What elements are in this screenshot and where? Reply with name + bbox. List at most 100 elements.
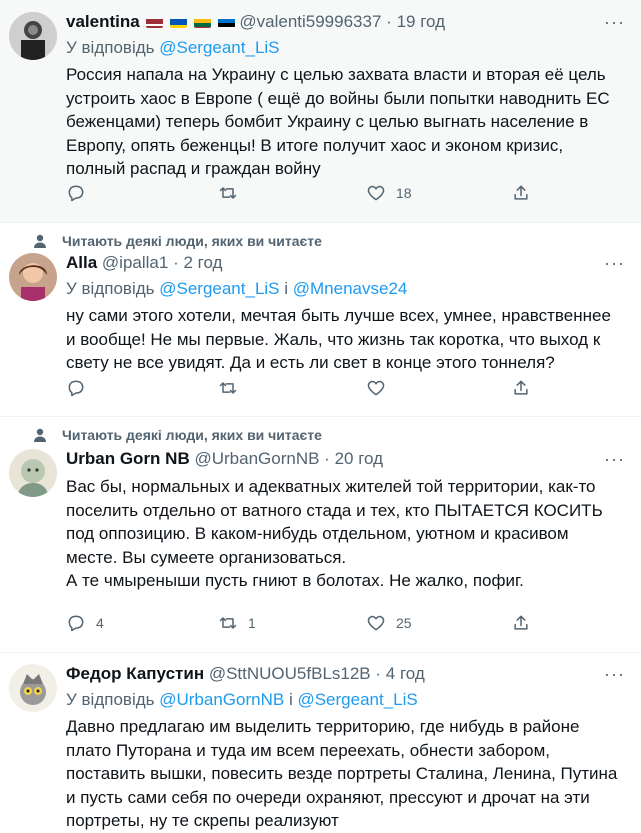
text-line: месте. Вы сумеете организоваться. xyxy=(66,547,347,567)
like-button[interactable] xyxy=(366,378,396,398)
social-context-text: Читають деякі люди, яких ви читаєте xyxy=(62,427,322,443)
display-name[interactable]: valentina xyxy=(66,12,140,31)
reply-join: і xyxy=(284,279,289,298)
text-line: поселить отдельно от ватного стада и тех… xyxy=(66,500,603,520)
lithuania-flag-icon xyxy=(193,16,211,28)
social-context: Читають деякі люди, яких ви читаєте xyxy=(32,233,322,249)
tweet[interactable]: valentina @valenti59996337 · 19 год ··· … xyxy=(0,0,641,223)
share-icon xyxy=(514,380,528,395)
display-name[interactable]: Alla xyxy=(66,253,97,272)
mention-link[interactable]: @Sergeant_LiS xyxy=(159,279,279,298)
separator-dot: · xyxy=(324,449,330,468)
more-icon[interactable]: ··· xyxy=(604,449,625,470)
reply-button[interactable] xyxy=(66,183,96,203)
text-line: и вообще! Не мы первые. Жаль, что жизнь … xyxy=(66,329,601,349)
retweet-icon xyxy=(219,187,237,199)
more-icon[interactable]: ··· xyxy=(604,664,625,685)
text-line: плато Путорана и туда им всем переехать,… xyxy=(66,740,550,760)
text-line: под оппозицию. В каком-нибудь отдельном,… xyxy=(66,524,569,543)
tweet-text: Давно предлагаю им выделить территорию, … xyxy=(66,715,623,833)
heart-icon xyxy=(367,615,385,631)
avatar[interactable] xyxy=(9,664,57,712)
display-name[interactable]: Федор Капустин xyxy=(66,664,204,683)
heart-icon xyxy=(367,380,385,396)
mention-link[interactable]: @Mnenavse24 xyxy=(293,279,408,298)
tweet-header: Alla @ipalla1 · 2 год xyxy=(66,253,631,273)
text-line: ну сами этого хотели, мечтая быть лучше … xyxy=(66,306,611,325)
reply-icon xyxy=(68,380,84,397)
person-icon xyxy=(34,234,46,248)
like-button[interactable]: 25 xyxy=(366,613,412,633)
reply-icon xyxy=(68,185,84,202)
user-handle[interactable]: @SttNUOU5fBLs12B xyxy=(209,664,371,683)
separator-dot: · xyxy=(386,12,392,31)
tweet-timestamp[interactable]: 19 год xyxy=(397,12,445,31)
share-button[interactable] xyxy=(511,613,531,633)
tweet-timestamp[interactable]: 2 год xyxy=(183,253,222,272)
avatar[interactable] xyxy=(9,449,57,497)
share-button[interactable] xyxy=(511,183,531,203)
retweet-icon xyxy=(219,382,237,394)
text-line: свету не все увидят. Да и есть ли свет в… xyxy=(66,353,555,372)
estonia-flag-icon xyxy=(217,16,235,28)
tweet-text: Вас бы, нормальных и адекватных жителей … xyxy=(66,475,623,593)
reply-prefix: У відповідь xyxy=(66,38,155,57)
reply-button[interactable] xyxy=(66,378,96,398)
separator-dot: · xyxy=(375,664,382,683)
like-count: 25 xyxy=(396,615,412,631)
mention-link[interactable]: @UrbanGornNB xyxy=(159,690,284,709)
tweet-header: Федор Капустин @SttNUOU5fBLs12B · 4 год xyxy=(66,664,631,684)
tweet[interactable]: Читають деякі люди, яких ви читаєте Alla… xyxy=(0,223,641,417)
retweet-count: 1 xyxy=(248,615,256,631)
more-icon[interactable]: ··· xyxy=(604,12,625,33)
latvia-flag-icon xyxy=(146,16,164,28)
reply-button[interactable]: 4 xyxy=(66,613,104,633)
retweet-button[interactable] xyxy=(218,183,248,203)
reply-count: 4 xyxy=(96,615,104,631)
user-handle[interactable]: @UrbanGornNB xyxy=(194,449,319,468)
reply-context: У відповідь @UrbanGornNB і @Sergeant_LiS xyxy=(66,690,418,710)
retweet-icon xyxy=(219,617,237,629)
like-button[interactable]: 18 xyxy=(366,183,412,203)
text-line: поставить вышки, повесить везде портреты… xyxy=(66,764,618,783)
social-context: Читають деякі люди, яких ви читаєте xyxy=(32,427,322,443)
text-line: Давно предлагаю им выделить территорию, … xyxy=(66,717,580,736)
avatar[interactable] xyxy=(9,12,57,60)
reply-join: і xyxy=(288,690,293,709)
user-handle[interactable]: @valenti59996337 xyxy=(239,12,381,31)
tweet[interactable]: Читають деякі люди, яких ви читаєте Urba… xyxy=(0,417,641,653)
more-icon[interactable]: ··· xyxy=(604,253,625,274)
share-button[interactable] xyxy=(511,378,531,398)
tweet-timestamp[interactable]: 20 год xyxy=(335,449,383,468)
tweet-text: ну сами этого хотели, мечтая быть лучше … xyxy=(66,304,623,375)
retweet-button[interactable] xyxy=(218,378,248,398)
user-handle[interactable]: @ipalla1 xyxy=(102,253,168,272)
tweet-actions: 4 1 25 xyxy=(66,613,621,637)
text-line: А те чмыреныши пусть гниют в болотах. Не… xyxy=(66,571,524,590)
heart-icon xyxy=(367,185,385,201)
separator-dot: · xyxy=(173,253,179,272)
text-line: полный распад и граждан войну xyxy=(66,159,321,178)
avatar[interactable] xyxy=(9,253,57,301)
display-name[interactable]: Urban Gorn NB xyxy=(66,449,190,468)
retweet-button[interactable]: 1 xyxy=(218,613,256,633)
tweet-actions xyxy=(66,378,621,402)
text-line: устроить хаос в Европе ( ещё до войны бы… xyxy=(66,88,610,108)
text-line: Вас бы, нормальных и адекватных жителей … xyxy=(66,477,596,496)
reply-icon xyxy=(68,615,84,632)
share-icon xyxy=(514,615,528,630)
text-line: и пусть сами себя по очереди охраняют, п… xyxy=(66,787,590,807)
mention-link[interactable]: @Sergeant_LiS xyxy=(159,38,279,57)
ukraine-flag-icon xyxy=(170,16,188,28)
person-icon xyxy=(34,428,46,442)
mention-link[interactable]: @Sergeant_LiS xyxy=(297,690,417,709)
reply-prefix: У відповідь xyxy=(66,690,155,709)
tweet-actions: 18 xyxy=(66,183,621,207)
tweet-timestamp[interactable]: 4 год xyxy=(386,664,425,683)
like-count: 18 xyxy=(396,185,412,201)
text-line: беженцами) теперь бомбит Украину с целью… xyxy=(66,112,589,131)
tweet-header: valentina @valenti59996337 · 19 год xyxy=(66,12,631,32)
tweet[interactable]: Федор Капустин @SttNUOU5fBLs12B · 4 год … xyxy=(0,653,641,830)
text-line: Россия напала на Украину с целью захвата… xyxy=(66,65,606,84)
text-line: Европу, опять беженцы! В итоге получит х… xyxy=(66,135,564,155)
